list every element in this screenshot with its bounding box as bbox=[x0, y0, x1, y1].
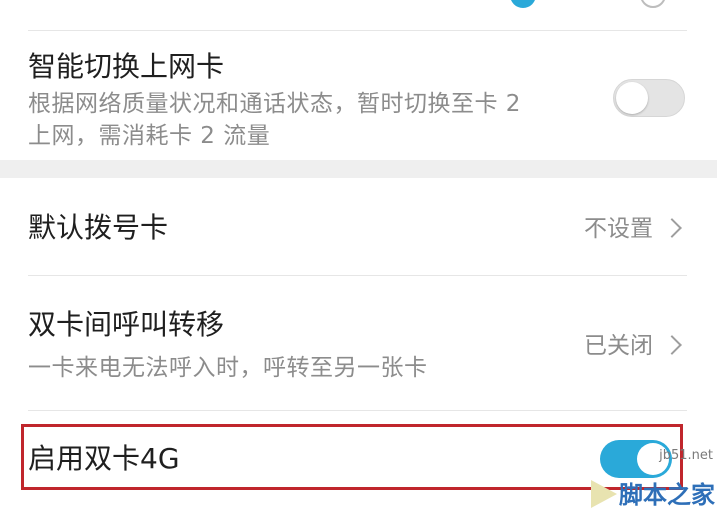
divider bbox=[28, 275, 687, 276]
divider bbox=[28, 30, 687, 31]
section-separator bbox=[0, 160, 717, 178]
chevron-right-icon bbox=[662, 335, 682, 355]
default-dial-value: 不设置 bbox=[584, 216, 653, 242]
smart-switch-title: 智能切换上网卡 bbox=[28, 50, 225, 83]
call-forward-title: 双卡间呼叫转移 bbox=[28, 308, 225, 341]
toggle-knob bbox=[616, 82, 648, 114]
default-dial-title: 默认拨号卡 bbox=[28, 211, 169, 244]
watermark: jb51.net 脚本之家 bbox=[587, 444, 717, 514]
watermark-site: jb51.net bbox=[659, 448, 713, 463]
previous-row-partial bbox=[0, 0, 717, 30]
divider bbox=[28, 410, 687, 411]
watermark-logo-text: 脚本之家 bbox=[619, 481, 715, 509]
highlight-annotation-box bbox=[21, 424, 683, 490]
smart-switch-toggle[interactable] bbox=[613, 79, 685, 117]
smart-switch-desc-line1: 根据网络质量状况和通话状态，暂时切换至卡 2 bbox=[28, 91, 521, 117]
radio-selected-icon[interactable] bbox=[510, 0, 536, 8]
call-forward-desc: 一卡来电无法呼入时，呼转至另一张卡 bbox=[28, 355, 428, 381]
radio-unselected-icon[interactable] bbox=[640, 0, 666, 8]
watermark-logo-icon bbox=[591, 480, 617, 508]
call-forward-value: 已关闭 bbox=[584, 333, 653, 359]
smart-switch-desc-line2: 上网，需消耗卡 2 流量 bbox=[28, 123, 271, 149]
settings-screen: 智能切换上网卡 根据网络质量状况和通话状态，暂时切换至卡 2 上网，需消耗卡 2… bbox=[0, 0, 717, 514]
chevron-right-icon bbox=[662, 218, 682, 238]
